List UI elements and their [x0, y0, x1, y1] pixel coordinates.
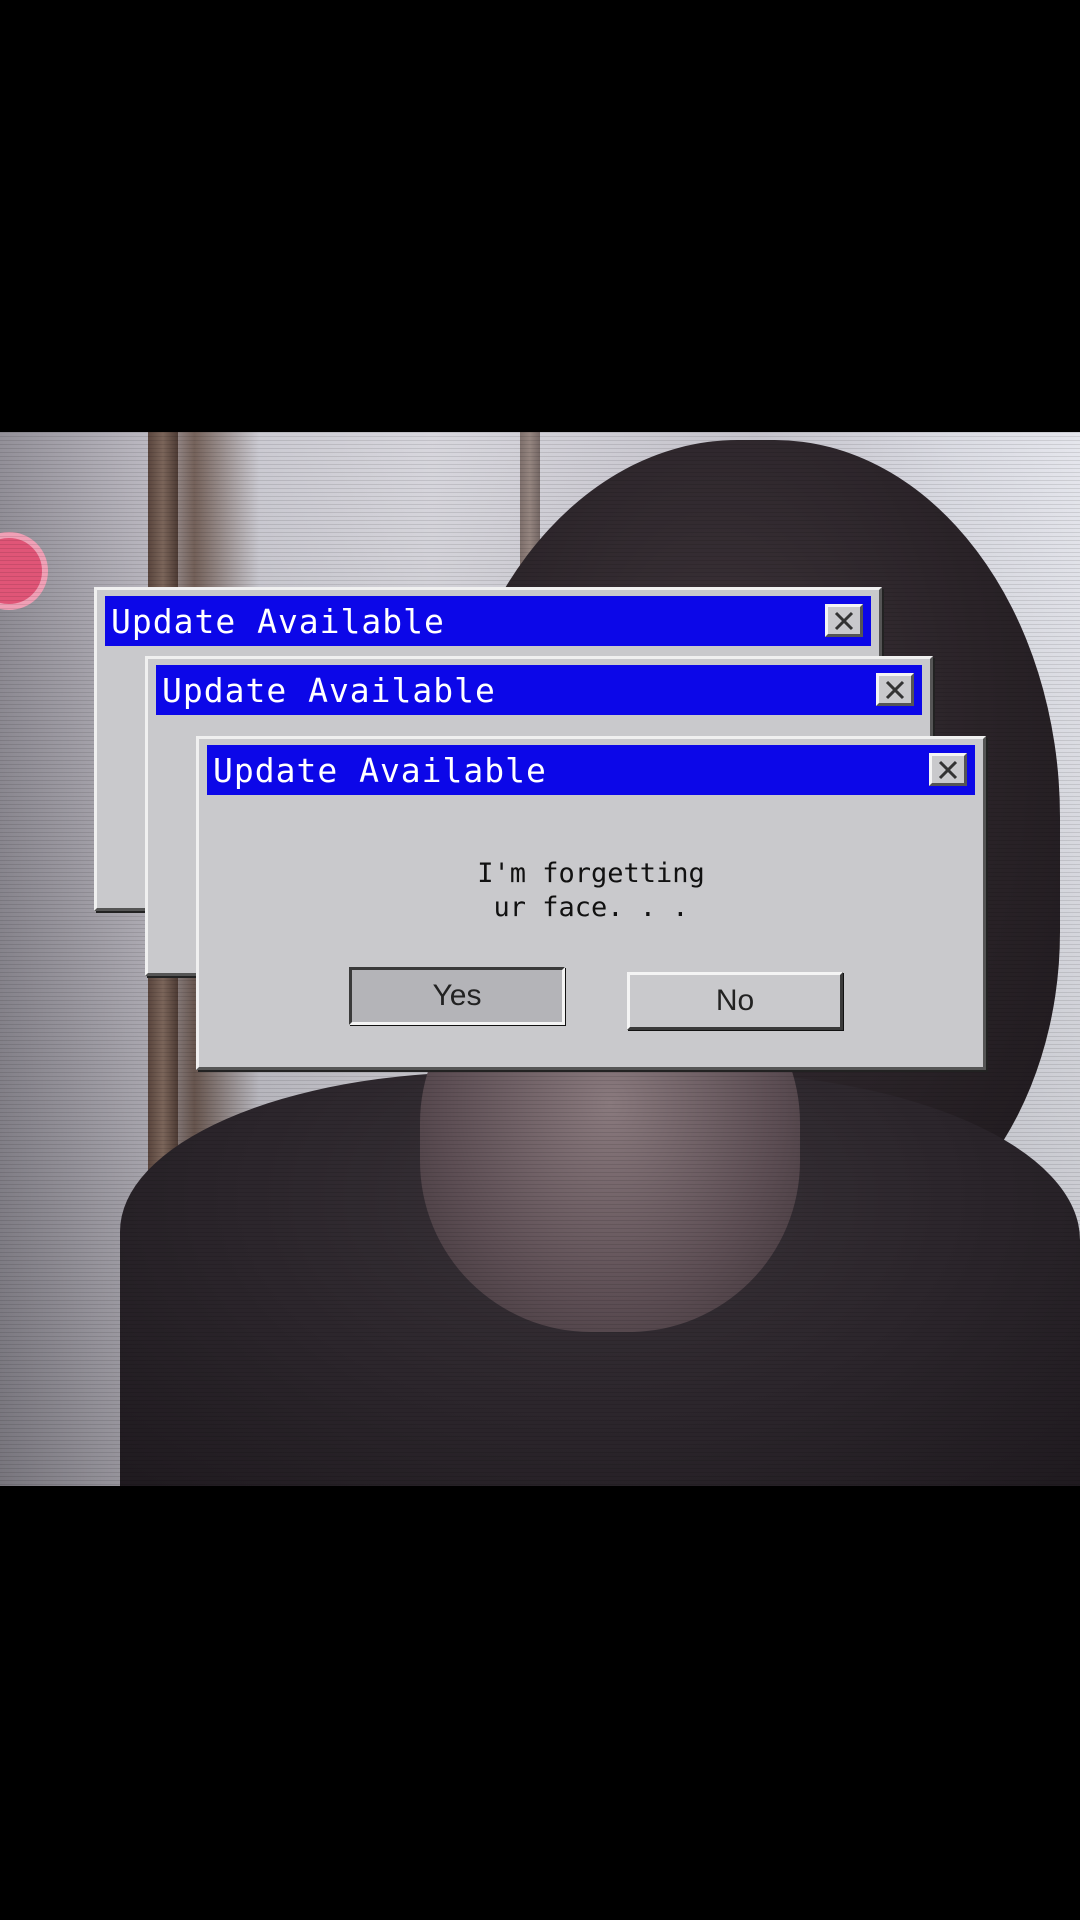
close-button[interactable]	[929, 753, 967, 786]
dialog-message: I'm forgetting ur face. . .	[199, 857, 983, 925]
dialog-titlebar[interactable]: Update Available	[207, 745, 975, 795]
no-button[interactable]: No	[627, 972, 843, 1030]
close-icon	[938, 760, 958, 779]
message-line-2: ur face. . .	[493, 892, 689, 923]
yes-button[interactable]: Yes	[349, 967, 565, 1025]
close-icon	[885, 680, 905, 699]
dialog-titlebar[interactable]: Update Available	[156, 665, 922, 715]
dialog-title: Update Available	[111, 601, 445, 641]
dialog-titlebar[interactable]: Update Available	[105, 596, 871, 646]
close-button[interactable]	[876, 673, 914, 706]
message-line-1: I'm forgetting	[477, 858, 705, 889]
close-icon	[834, 611, 854, 630]
screen: Update Available Update Available Update…	[0, 0, 1080, 1920]
dialog-front: Update Available I'm forgetting ur face.…	[196, 736, 986, 1070]
dialog-title: Update Available	[162, 670, 496, 710]
dialog-title: Update Available	[213, 750, 547, 790]
close-button[interactable]	[825, 604, 863, 637]
pink-sign	[0, 532, 48, 610]
